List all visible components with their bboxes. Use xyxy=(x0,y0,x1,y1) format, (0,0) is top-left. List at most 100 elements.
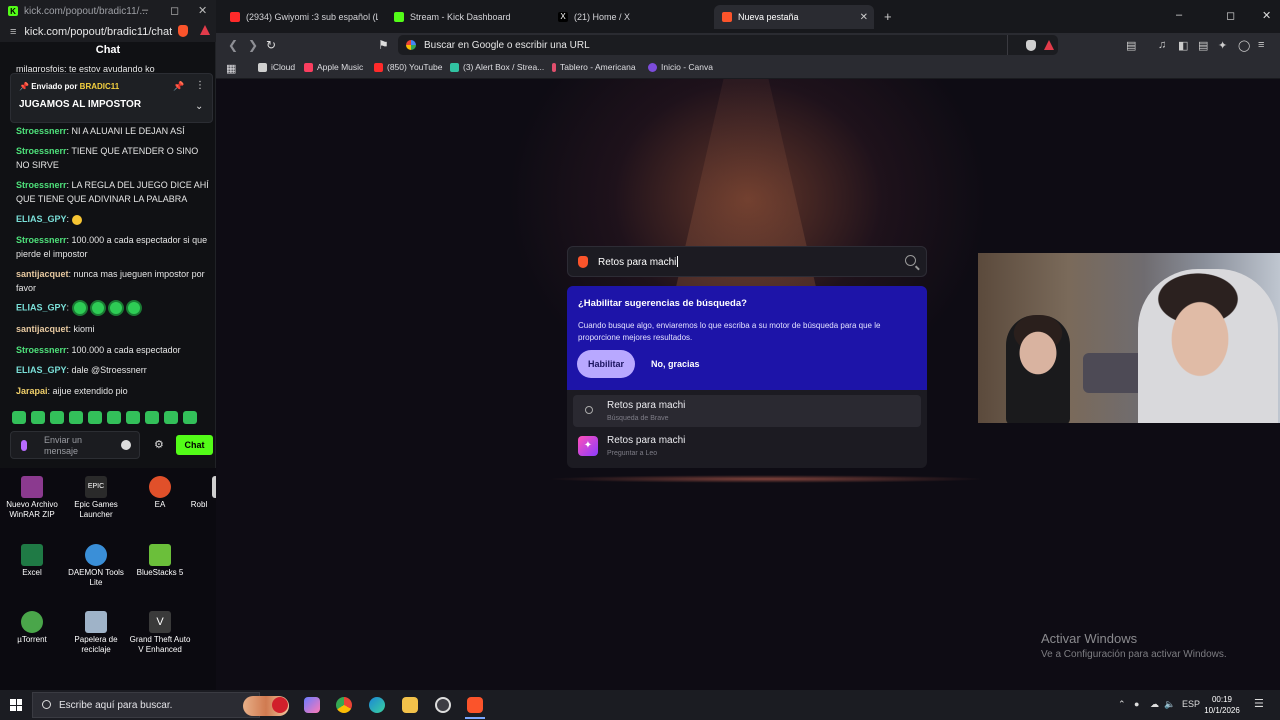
maximize-icon[interactable]: ◻ xyxy=(170,4,179,17)
maximize-icon[interactable]: ◻ xyxy=(1226,9,1235,22)
bookmark-alert-box[interactable]: (3) Alert Box / Strea... xyxy=(450,62,544,72)
desktop-icon-bluestacks[interactable]: BlueStacks 5 xyxy=(128,544,192,578)
copilot-app-icon[interactable] xyxy=(304,697,320,713)
leo-ai-icon[interactable]: ✦ xyxy=(1218,39,1227,52)
enable-suggestions-button[interactable]: Habilitar xyxy=(577,350,635,378)
bookmark-youtube[interactable]: (850) YouTube xyxy=(374,62,442,72)
notifications-icon[interactable]: ☰ xyxy=(1254,697,1264,710)
desktop-icon-winrar[interactable]: Nuevo Archivo WinRAR ZIP xyxy=(0,476,64,520)
bluestacks-icon xyxy=(149,544,171,566)
streamlabs-icon xyxy=(450,62,459,72)
minimize-icon[interactable]: – xyxy=(1176,9,1182,21)
address-bar-placeholder: Buscar en Google o escribir una URL xyxy=(424,39,590,51)
obs-app-icon[interactable] xyxy=(435,697,451,713)
edge-app-icon[interactable] xyxy=(369,697,385,713)
sidebar-panel-icon[interactable]: ▤ xyxy=(1126,39,1136,52)
search-icon[interactable] xyxy=(905,255,916,266)
emote-icon[interactable] xyxy=(183,411,197,424)
apps-grid-icon[interactable]: ▦ xyxy=(226,62,236,75)
ea-icon xyxy=(149,476,171,498)
emote-icon[interactable] xyxy=(12,411,26,424)
emote-icon[interactable] xyxy=(126,411,140,424)
popout-urlbar[interactable]: ≡ kick.com/popout/bradic11/chat xyxy=(0,22,216,42)
emote-icon[interactable] xyxy=(31,411,45,424)
tab-new-tab[interactable]: Nueva pestaña ✕ xyxy=(714,5,874,29)
emote-quick-bar[interactable] xyxy=(12,411,212,425)
address-bar[interactable]: Buscar en Google o escribir una URL xyxy=(398,35,1058,55)
emote-icon[interactable] xyxy=(88,411,102,424)
microphone-tray-icon[interactable]: ● xyxy=(1134,699,1139,709)
bookmark-tablero[interactable]: Tablero - Americana xyxy=(552,62,636,72)
file-explorer-app-icon[interactable] xyxy=(402,697,418,713)
network-tray-icon[interactable]: ☁ xyxy=(1150,699,1159,710)
emoji-icon xyxy=(71,214,82,225)
media-icon[interactable]: ♫ xyxy=(1158,39,1166,51)
desktop-icon-roblox[interactable]: Robl xyxy=(182,476,216,510)
menu-icon[interactable]: ≡ xyxy=(1258,39,1264,51)
chat-message-input[interactable]: Enviar un mensaje xyxy=(10,431,140,459)
language-indicator[interactable]: ESP xyxy=(1182,699,1200,709)
bookmark-icloud[interactable]: iCloud xyxy=(258,62,295,72)
brave-shields-icon[interactable] xyxy=(178,25,188,37)
emote-icon[interactable] xyxy=(164,411,178,424)
sidebar-toggle-icon[interactable]: ◧ xyxy=(1178,39,1188,52)
desktop-icon-daemon[interactable]: DAEMON Tools Lite xyxy=(64,544,128,588)
taskbar-search[interactable]: Escribe aquí para buscar. xyxy=(32,692,289,718)
background-glow xyxy=(546,475,986,483)
chrome-app-icon[interactable] xyxy=(336,697,352,713)
windows-start-icon[interactable] xyxy=(10,699,22,711)
brave-app-icon[interactable] xyxy=(465,697,485,719)
brave-shields-icon[interactable] xyxy=(1026,40,1036,51)
new-tab-plus-icon[interactable]: + xyxy=(884,9,892,24)
chat-settings-gear-icon[interactable]: ⚙ xyxy=(154,438,164,451)
brave-rewards-icon[interactable] xyxy=(1044,40,1054,50)
volume-tray-icon[interactable]: 🔈 xyxy=(1164,699,1175,710)
wallet-icon[interactable]: ▤ xyxy=(1198,39,1208,52)
tab-youtube[interactable]: (2934) Gwiyomi :3 sub español (LEER xyxy=(222,5,382,29)
suggestion-brave-search[interactable]: Retos para machi Búsqueda de Brave xyxy=(573,395,921,427)
emote-icon[interactable] xyxy=(69,411,83,424)
emoji-picker-icon[interactable] xyxy=(121,440,131,450)
chevron-down-icon[interactable]: ⌄ xyxy=(195,101,203,112)
desktop-icon-utorrent[interactable]: µTorrent xyxy=(0,611,64,645)
tab-kick-dashboard[interactable]: Stream - Kick Dashboard xyxy=(386,5,546,29)
pinned-by-label: Enviado por xyxy=(31,82,78,91)
emote-icon[interactable] xyxy=(50,411,64,424)
brave-icon xyxy=(722,12,732,22)
popout-url: kick.com/popout/bradic11/chat xyxy=(24,26,173,38)
emote-icon[interactable] xyxy=(145,411,159,424)
microphone-icon[interactable] xyxy=(21,440,27,451)
vpn-shield-icon[interactable]: ◯ xyxy=(1238,39,1250,52)
bookmark-icon[interactable]: ⚑ xyxy=(378,38,389,52)
unpin-icon[interactable]: 📌 xyxy=(173,81,184,92)
close-icon[interactable]: ✕ xyxy=(198,4,207,17)
desktop-icon-recycle-bin[interactable]: Papelera de reciclaje xyxy=(64,611,128,655)
tray-overflow-chevron-icon[interactable]: ⌃ xyxy=(1118,699,1126,710)
more-options-icon[interactable]: ⋮ xyxy=(195,80,205,91)
brave-rewards-icon[interactable] xyxy=(200,25,210,35)
brave-search-engine-icon[interactable] xyxy=(578,256,588,268)
opera-gx-app-icon[interactable] xyxy=(272,697,288,713)
bookmark-apple-music[interactable]: Apple Music xyxy=(304,62,363,72)
emote-icon[interactable] xyxy=(107,411,121,424)
site-settings-icon[interactable]: ≡ xyxy=(10,26,16,38)
search-icon xyxy=(42,700,51,709)
close-window-icon[interactable]: ✕ xyxy=(1262,9,1271,22)
minimize-icon[interactable]: – xyxy=(142,4,148,16)
newtab-search-box[interactable]: Retos para machi xyxy=(567,246,927,277)
decline-suggestions-button[interactable]: No, gracias xyxy=(651,350,700,378)
desktop-icon-gta[interactable]: V Grand Theft Auto V Enhanced xyxy=(128,611,192,655)
pinned-message[interactable]: 📌 Enviado por BRADIC11 JUGAMOS AL IMPOST… xyxy=(10,73,213,123)
chat-message: ELIAS_GPY: xyxy=(16,212,210,226)
forward-icon[interactable]: ❯ xyxy=(248,38,258,52)
desktop-icon-excel[interactable]: Excel xyxy=(0,544,64,578)
reload-icon[interactable]: ↻ xyxy=(266,38,276,52)
back-icon[interactable]: ❮ xyxy=(228,38,238,52)
desktop-icon-epic[interactable]: EPIC Epic Games Launcher xyxy=(64,476,128,520)
taskbar-clock[interactable]: 00:19 10/1/2026 xyxy=(1200,694,1244,716)
chat-send-button[interactable]: Chat xyxy=(176,435,213,455)
tab-x-home[interactable]: X (21) Home / X xyxy=(550,5,710,29)
close-tab-icon[interactable]: ✕ xyxy=(860,12,868,23)
bookmark-canva[interactable]: Inicio - Canva xyxy=(648,62,713,72)
suggestion-ask-leo[interactable]: ✦ Retos para machi Preguntar a Leo xyxy=(573,430,921,462)
